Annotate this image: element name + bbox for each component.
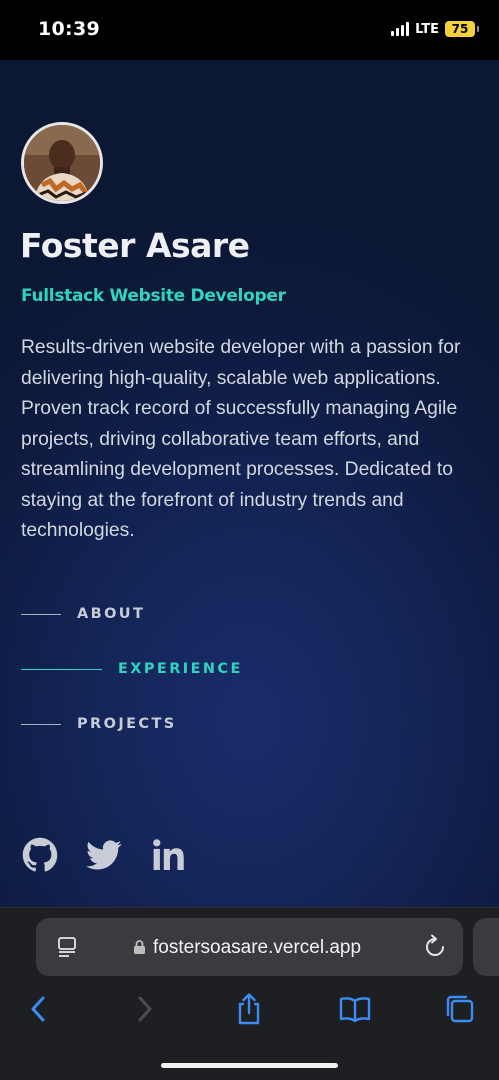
lock-icon xyxy=(133,939,146,960)
forward-button[interactable] xyxy=(127,991,163,1027)
book-icon xyxy=(339,997,371,1023)
nav-indicator-line xyxy=(21,613,61,615)
twitter-icon[interactable] xyxy=(86,837,122,873)
status-indicators: LTE 75 xyxy=(391,21,479,37)
nav-indicator-line xyxy=(21,668,102,670)
linkedin-icon[interactable] xyxy=(150,837,186,873)
nav-item-projects[interactable]: PROJECTS xyxy=(21,716,177,732)
chevron-left-icon xyxy=(31,996,45,1022)
reload-icon[interactable] xyxy=(423,934,447,965)
tabs-button[interactable] xyxy=(442,991,478,1027)
github-icon[interactable] xyxy=(22,837,58,873)
browser-bottom-bar: fostersoasare.vercel.app xyxy=(0,907,499,1080)
nav-label: EXPERIENCE xyxy=(118,661,243,677)
status-time: 10:39 xyxy=(38,18,100,40)
network-type: LTE xyxy=(415,21,439,37)
chevron-right-icon xyxy=(138,996,152,1022)
bookmarks-button[interactable] xyxy=(337,991,373,1027)
signal-icon xyxy=(391,22,410,36)
tabs-icon xyxy=(446,995,474,1023)
share-icon xyxy=(238,993,260,1025)
profile-role: Fullstack Website Developer xyxy=(21,286,286,306)
nav-indicator-line xyxy=(21,723,61,725)
share-button[interactable] xyxy=(231,991,267,1027)
battery-icon: 75 xyxy=(445,21,479,37)
next-tab-peek[interactable] xyxy=(473,918,499,976)
back-button[interactable] xyxy=(20,991,56,1027)
profile-name: Foster Asare xyxy=(20,226,250,265)
home-indicator xyxy=(161,1063,338,1068)
nav-label: PROJECTS xyxy=(77,716,177,732)
nav-item-about[interactable]: ABOUT xyxy=(21,606,145,622)
avatar xyxy=(21,122,103,204)
portfolio-page: Foster Asare Fullstack Website Developer… xyxy=(0,60,499,907)
social-links xyxy=(22,837,214,873)
url-text: fostersoasare.vercel.app xyxy=(153,937,362,958)
nav-item-experience[interactable]: EXPERIENCE xyxy=(21,661,243,677)
nav-label: ABOUT xyxy=(77,606,146,622)
page-menu-icon[interactable] xyxy=(56,935,80,964)
profile-bio: Results-driven website developer with a … xyxy=(21,337,461,541)
status-bar: 10:39 LTE 75 xyxy=(0,0,499,60)
address-bar[interactable]: fostersoasare.vercel.app xyxy=(36,918,463,976)
